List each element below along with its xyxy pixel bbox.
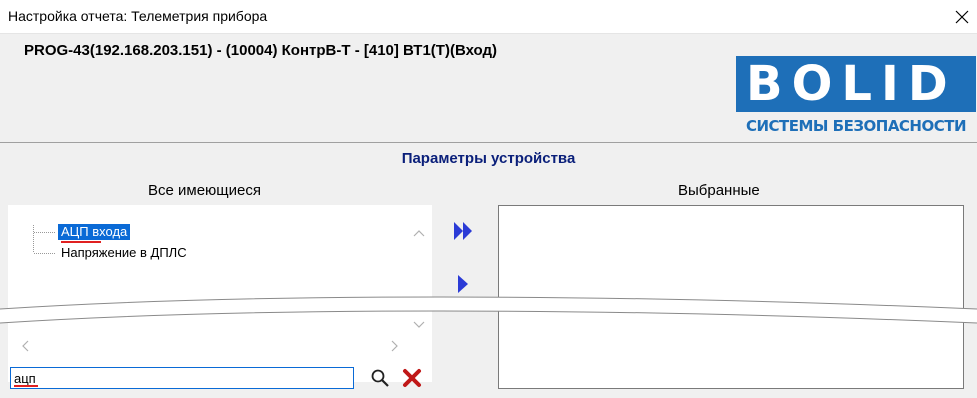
tree-line (34, 232, 56, 233)
available-header: Все имеющиеся (148, 182, 261, 199)
scroll-up-icon (413, 230, 425, 237)
logo-subtitle: СИСТЕМЫ БЕЗОПАСНОСТИ (745, 117, 967, 135)
vertical-scrollbar[interactable] (408, 220, 430, 340)
section-title: Параметры устройства (401, 150, 576, 167)
scroll-right-icon (391, 340, 398, 352)
arrow-right-icon (458, 275, 468, 293)
red-cross-icon (403, 369, 421, 387)
scroll-left-icon (22, 340, 29, 352)
list-item-label: АЦП входа (61, 224, 128, 239)
search-input[interactable] (10, 367, 354, 389)
list-item-adc-input[interactable]: АЦП входа (58, 224, 131, 240)
search-button[interactable] (370, 368, 390, 388)
list-item-dpls-voltage[interactable]: Напряжение в ДПЛС (58, 245, 190, 261)
tree-line (34, 253, 56, 254)
list-item-label: Напряжение в ДПЛС (61, 245, 187, 260)
selected-list[interactable] (498, 205, 964, 389)
magnifier-icon (371, 369, 389, 387)
add-all-button[interactable] (452, 220, 474, 242)
add-button[interactable] (452, 273, 474, 295)
clear-search-button[interactable] (402, 368, 422, 388)
bolid-logo: BOLID СИСТЕМЫ БЕЗОПАСНОСТИ (736, 56, 976, 138)
selected-header: Выбранные (678, 182, 760, 199)
close-button[interactable] (947, 0, 977, 33)
window-titlebar: Настройка отчета: Телеметрия прибора (0, 0, 977, 34)
window-title: Настройка отчета: Телеметрия прибора (8, 8, 268, 24)
logo-letters: BOLID (746, 56, 957, 112)
spellcheck-underline (61, 241, 101, 243)
scroll-down-icon (413, 321, 425, 328)
close-icon (955, 10, 969, 23)
device-description: PROG-43(192.168.203.151) - (10004) Контр… (24, 42, 498, 59)
horizontal-scrollbar[interactable] (18, 338, 408, 354)
divider (0, 142, 977, 143)
double-arrow-right-icon (454, 222, 472, 240)
spellcheck-underline (14, 385, 38, 387)
tree-line (33, 225, 34, 253)
logo-box: BOLID (736, 56, 976, 112)
